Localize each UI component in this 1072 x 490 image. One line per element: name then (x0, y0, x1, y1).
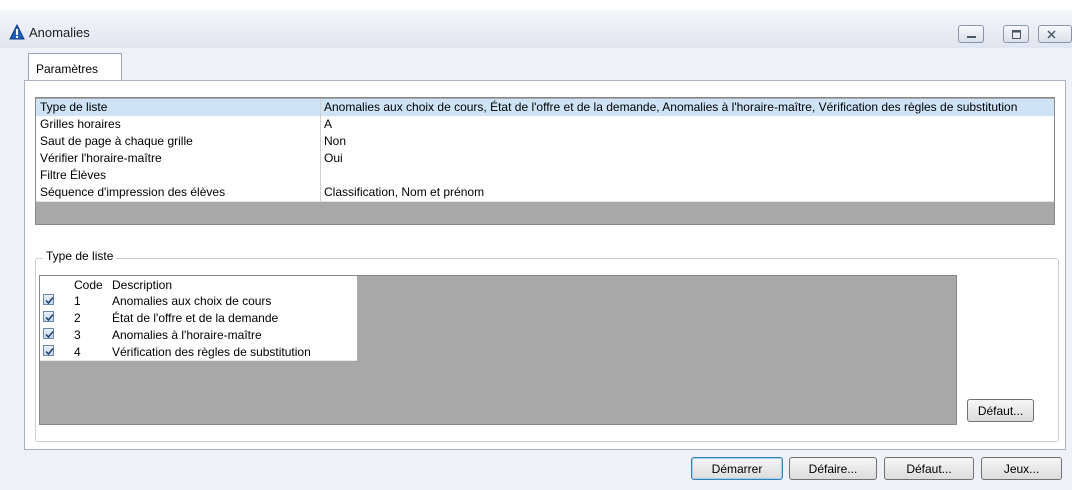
row-description: Anomalies à l'horaire-maître (112, 328, 262, 342)
param-label: Type de liste (40, 100, 108, 114)
param-value: Oui (324, 151, 343, 165)
param-label: Vérifier l'horaire-maître (40, 151, 162, 165)
tab-label: Paramètres (36, 62, 99, 76)
start-button[interactable]: Démarrer (691, 457, 783, 480)
checkmark-icon (45, 297, 54, 305)
param-label: Grilles horaires (40, 117, 121, 131)
param-row-filtre-eleves[interactable]: Filtre Élèves (36, 167, 1054, 185)
window: Anomalies Paramètres Type de liste Anoma… (0, 10, 1072, 490)
list-default-button[interactable]: Défaut... (967, 399, 1034, 422)
sets-button[interactable]: Jeux... (981, 457, 1062, 480)
param-value: Non (324, 134, 347, 148)
param-label: Séquence d'impression des élèves (40, 185, 226, 199)
column-header-description: Description (112, 278, 173, 292)
close-button[interactable] (1038, 25, 1072, 43)
title-bar: Anomalies (0, 10, 1072, 48)
param-value: Anomalies aux choix de cours, État de l'… (324, 100, 1018, 114)
parameters-grid: Type de liste Anomalies aux choix de cou… (35, 97, 1055, 225)
checkmark-icon (45, 331, 54, 339)
tab-parametres[interactable]: Paramètres (28, 53, 122, 81)
minimize-button[interactable] (958, 25, 984, 43)
param-value: Classification, Nom et prénom (324, 185, 485, 199)
param-label: Saut de page à chaque grille (40, 134, 193, 148)
param-row-sequence-impression[interactable]: Séquence d'impression des élèves Classif… (36, 184, 1054, 202)
row-code: 2 (74, 311, 81, 325)
row-code: 4 (74, 345, 81, 359)
param-row-saut-de-page[interactable]: Saut de page à chaque grille Non (36, 133, 1054, 151)
list-type-table: Code Description 1 Anomalies aux choix d… (39, 275, 957, 425)
column-header-code: Code (74, 278, 103, 292)
row-description: Anomalies aux choix de cours (112, 294, 272, 308)
row-description: Vérification des règles de substitution (112, 345, 311, 359)
row-checkbox[interactable] (43, 328, 54, 339)
row-code: 1 (74, 294, 81, 308)
row-checkbox[interactable] (43, 294, 54, 305)
param-row-verifier-horaire[interactable]: Vérifier l'horaire-maître Oui (36, 150, 1054, 168)
group-label: Type de liste (43, 249, 117, 263)
checkmark-icon (45, 314, 54, 322)
window-title: Anomalies (29, 25, 90, 40)
row-checkbox[interactable] (43, 311, 54, 322)
param-row-type-de-liste[interactable]: Type de liste Anomalies aux choix de cou… (36, 99, 1054, 117)
table-row[interactable]: 2 État de l'offre et de la demande (40, 309, 357, 327)
table-row[interactable]: 1 Anomalies aux choix de cours (40, 292, 357, 310)
table-header: Code Description (40, 276, 357, 292)
table-row[interactable]: 4 Vérification des règles de substitutio… (40, 343, 357, 361)
minimize-icon (967, 36, 976, 38)
maximize-button[interactable] (1003, 25, 1029, 43)
maximize-icon (1012, 30, 1021, 39)
row-checkbox[interactable] (43, 345, 54, 356)
parameters-panel: Type de liste Anomalies aux choix de cou… (24, 80, 1066, 450)
undo-button[interactable]: Défaire... (789, 457, 877, 480)
row-description: État de l'offre et de la demande (112, 311, 279, 325)
checkmark-icon (45, 348, 54, 356)
param-label: Filtre Élèves (40, 168, 107, 182)
row-code: 3 (74, 328, 81, 342)
param-value: A (324, 117, 333, 131)
param-row-grilles-horaires[interactable]: Grilles horaires A (36, 116, 1054, 134)
default-button[interactable]: Défaut... (884, 457, 974, 480)
app-warning-icon (9, 24, 25, 40)
close-icon (1047, 30, 1056, 39)
table-row[interactable]: 3 Anomalies à l'horaire-maître (40, 326, 357, 344)
